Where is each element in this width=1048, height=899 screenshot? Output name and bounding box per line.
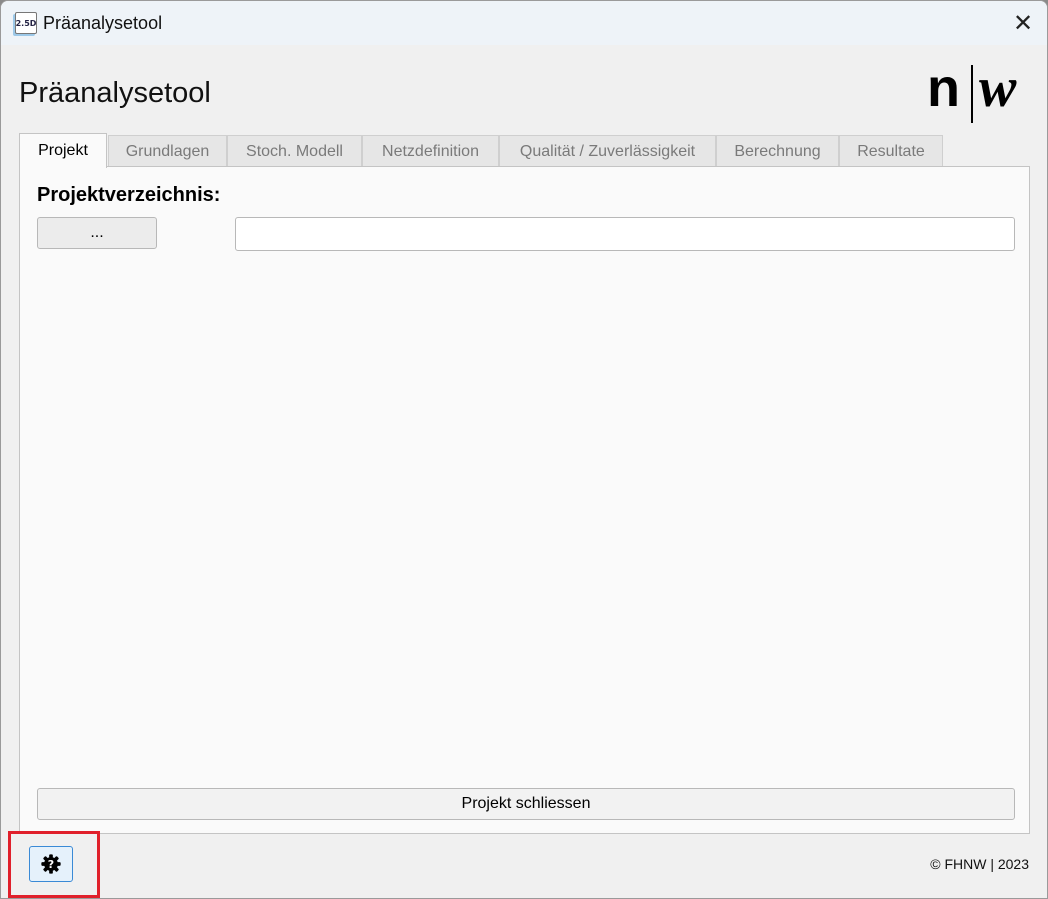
page-title: Präanalysetool [19,77,211,109]
logo-divider [971,65,973,123]
project-directory-label: Projektverzeichnis: [37,184,221,206]
logo-letter-w: w [979,57,1017,119]
fhnw-logo: n w [927,59,1035,123]
browse-directory-button[interactable]: ... [37,217,157,249]
close-icon: ✕ [1012,9,1034,37]
tab-panel-projekt: Projektverzeichnis: ... Projekt schliess… [19,166,1030,834]
window-title: Präanalysetool [43,13,163,33]
close-project-button[interactable]: Projekt schliessen [37,788,1015,820]
gear-question-icon: ? [41,854,61,874]
tab-netzdefinition[interactable]: Netzdefinition [362,135,499,167]
app-window: 2.5D Präanalysetool ✕ Präanalysetool n w… [0,0,1048,899]
logo-letter-n: n [927,58,960,118]
tab-berechnung[interactable]: Berechnung [716,135,839,167]
tab-qualitaet-zuverlaessigkeit[interactable]: Qualität / Zuverlässigkeit [499,135,716,167]
tab-grundlagen[interactable]: Grundlagen [108,135,227,167]
title-bar: 2.5D Präanalysetool ✕ [1,1,1047,45]
svg-text:?: ? [48,858,54,871]
close-window-button[interactable]: ✕ [999,1,1047,45]
project-directory-input[interactable] [235,217,1015,251]
tab-stoch-modell[interactable]: Stoch. Modell [227,135,362,167]
tab-projekt[interactable]: Projekt [19,133,107,168]
tab-resultate[interactable]: Resultate [839,135,943,167]
copyright-text: © FHNW | 2023 [930,856,1029,872]
help-settings-button[interactable]: ? [29,846,73,882]
app-icon: 2.5D [15,12,37,34]
